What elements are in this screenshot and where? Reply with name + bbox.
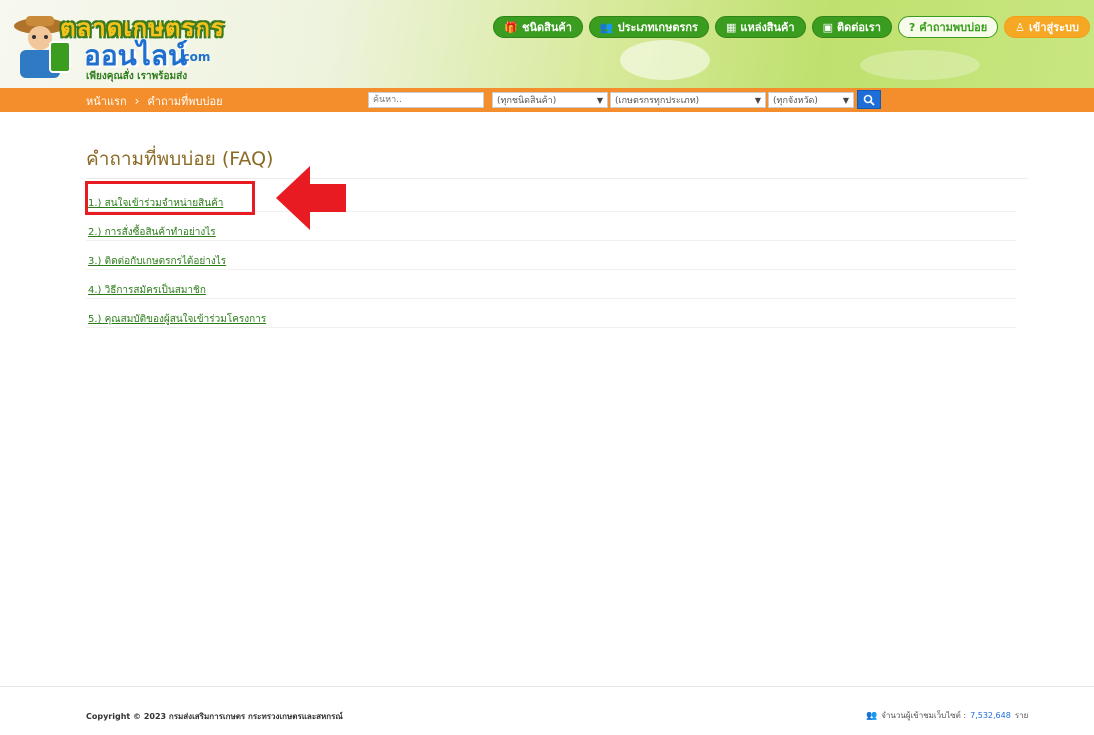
- breadcrumb: หน้าแรก › คำถามที่พบบ่อย: [86, 92, 223, 110]
- visitor-label: จำนวนผู้เข้าชมเว็บไซต์ :: [881, 711, 967, 720]
- search-bar: หน้าแรก › คำถามที่พบบ่อย (ทุกชนิดสินค้า)…: [0, 88, 1094, 112]
- search-icon: [863, 94, 875, 106]
- nav-label: แหล่งสินค้า: [740, 21, 795, 34]
- select-value: (ทุกจังหวัด): [773, 96, 818, 106]
- visitor-unit: ราย: [1014, 711, 1029, 720]
- gift-icon: 🎁: [504, 20, 518, 34]
- top-navigation: 🎁 ชนิดสินค้า 👥 ประเภทเกษตรกร ▦ แหล่งสินค…: [493, 16, 1090, 38]
- question-circle-icon: ?: [908, 20, 916, 34]
- faq-item: 2.) การสั่งซื้อสินค้าทำอย่างไร: [86, 225, 1016, 241]
- users-icon: 👥: [866, 710, 878, 721]
- faq-item: 3.) ติดต่อกับเกษตรกรได้อย่างไร: [86, 254, 1016, 270]
- chevron-down-icon: ▼: [596, 95, 603, 105]
- nav-login-button[interactable]: ♙ เข้าสู่ระบบ: [1004, 16, 1090, 38]
- product-type-select[interactable]: (ทุกชนิดสินค้า) ▼: [492, 92, 608, 108]
- search-input[interactable]: [368, 92, 484, 108]
- divider: [86, 178, 1028, 179]
- users-icon: 👥: [599, 20, 614, 34]
- select-value: (เกษตรกรทุกประเภท): [615, 96, 700, 106]
- faq-link[interactable]: 5.) คุณสมบัติของผู้สนใจเข้าร่วมโครงการ: [88, 312, 266, 327]
- header-banner: ตลาดเกษตรกร ออนไลน์ .com เพียงคุณสั่ง เร…: [0, 0, 1094, 88]
- nav-faq-button[interactable]: ? คำถามพบบ่อย: [897, 16, 999, 38]
- footer-copyright: Copyright © 2023 กรมส่งเสริมการเกษตร กระ…: [86, 712, 343, 721]
- visitor-count: 7,532,648: [970, 711, 1011, 720]
- logo-title-suffix: .com: [178, 50, 211, 64]
- search-button[interactable]: [857, 90, 881, 109]
- map-icon: ▦: [725, 20, 737, 34]
- banner-glow: [620, 40, 710, 80]
- faq-link[interactable]: 3.) ติดต่อกับเกษตรกรได้อย่างไร: [88, 254, 226, 269]
- faq-link[interactable]: 2.) การสั่งซื้อสินค้าทำอย่างไร: [88, 225, 216, 240]
- logo-slogan: เพียงคุณสั่ง เราพร้อมส่ง: [86, 71, 188, 82]
- nav-label: คำถามพบบ่อย: [919, 21, 988, 34]
- faq-item: 5.) คุณสมบัติของผู้สนใจเข้าร่วมโครงการ: [86, 312, 1016, 328]
- nav-label: ประเภทเกษตรกร: [617, 21, 698, 34]
- page-title: คำถามที่พบบ่อย (FAQ): [86, 148, 274, 170]
- faq-link[interactable]: 4.) วิธีการสมัครเป็นสมาชิก: [88, 283, 206, 298]
- nav-contact-button[interactable]: ▣ ติดต่อเรา: [811, 16, 892, 38]
- highlight-box: [85, 181, 255, 215]
- contact-card-icon: ▣: [822, 20, 833, 34]
- chevron-down-icon: ▼: [842, 95, 849, 105]
- site-logo[interactable]: ตลาดเกษตรกร ออนไลน์ .com เพียงคุณสั่ง เร…: [12, 6, 272, 84]
- select-value: (ทุกชนิดสินค้า): [497, 96, 557, 106]
- visitor-counter: 👥 จำนวนผู้เข้าชมเว็บไซต์ : 7,532,648 ราย: [866, 709, 1028, 722]
- nav-label: ชนิดสินค้า: [521, 21, 572, 34]
- banner-glow: [860, 50, 980, 80]
- nav-product-types-button[interactable]: 🎁 ชนิดสินค้า: [493, 16, 583, 38]
- faq-item: 4.) วิธีการสมัครเป็นสมาชิก: [86, 283, 1016, 299]
- nav-label: ติดต่อเรา: [837, 21, 881, 34]
- nav-product-sources-button[interactable]: ▦ แหล่งสินค้า: [714, 16, 806, 38]
- province-select[interactable]: (ทุกจังหวัด) ▼: [768, 92, 854, 108]
- left-arrow-icon: [276, 166, 346, 230]
- chevron-down-icon: ▼: [754, 95, 761, 105]
- footer-divider: [0, 686, 1094, 687]
- user-icon: ♙: [1015, 20, 1026, 34]
- breadcrumb-home-link[interactable]: หน้าแรก: [86, 92, 127, 110]
- breadcrumb-separator-icon: ›: [134, 94, 140, 108]
- farmer-type-select[interactable]: (เกษตรกรทุกประเภท) ▼: [610, 92, 766, 108]
- breadcrumb-current: คำถามที่พบบ่อย: [147, 95, 223, 108]
- nav-label: เข้าสู่ระบบ: [1029, 21, 1079, 34]
- nav-farmer-types-button[interactable]: 👥 ประเภทเกษตรกร: [588, 16, 709, 38]
